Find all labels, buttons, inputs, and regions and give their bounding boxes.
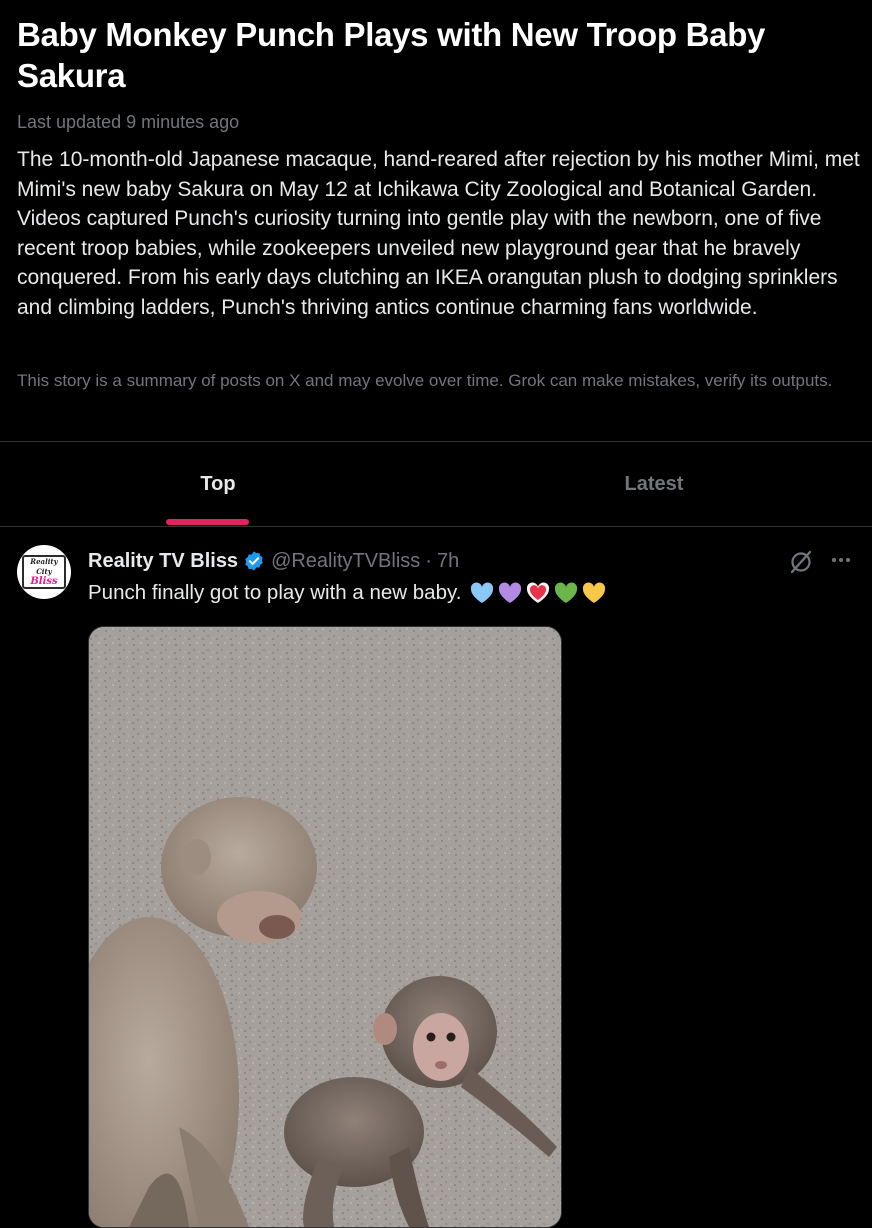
monkey-photo	[89, 627, 561, 1227]
tab-top[interactable]: Top	[0, 442, 436, 526]
blue-heart-icon	[471, 582, 494, 603]
handle[interactable]: @RealityTVBliss	[271, 550, 420, 573]
display-name[interactable]: Reality TV Bliss	[88, 550, 238, 573]
yellow-heart-icon	[583, 582, 606, 603]
tab-latest[interactable]: Latest	[436, 442, 872, 526]
story-title: Baby Monkey Punch Plays with New Troop B…	[17, 16, 766, 94]
post-text: Punch finally got to play with a new bab…	[88, 579, 607, 607]
story-summary: The 10-month-old Japanese macaque, hand-…	[17, 148, 860, 319]
purple-heart-icon	[499, 582, 522, 603]
red-heart-icon	[527, 582, 550, 603]
post-media-video[interactable]	[88, 626, 562, 1228]
green-heart-icon	[555, 582, 578, 603]
separator: ·	[425, 549, 432, 572]
tab-bar: Top Latest	[0, 442, 872, 527]
story-disclaimer: This story is a summary of posts on X an…	[17, 371, 833, 390]
avatar[interactable]: Reality City Bliss	[17, 545, 71, 599]
post-text-content: Punch finally got to play with a new bab…	[88, 581, 462, 604]
tab-top-label: Top	[200, 472, 236, 495]
timestamp[interactable]: 7h	[437, 550, 459, 573]
post[interactable]: Reality City Bliss Reality TV Bliss @Rea…	[0, 527, 872, 1228]
active-tab-indicator	[166, 519, 249, 525]
avatar-logo: Reality City Bliss	[22, 555, 66, 589]
post-header: Reality TV Bliss @RealityTVBliss · 7h	[88, 547, 459, 575]
emoji-group	[469, 581, 607, 605]
tab-latest-label: Latest	[624, 472, 684, 495]
more-options-icon[interactable]	[828, 547, 854, 573]
verified-badge-icon	[243, 550, 265, 572]
grok-icon[interactable]	[788, 549, 814, 575]
last-updated: Last updated 9 minutes ago	[17, 112, 240, 132]
